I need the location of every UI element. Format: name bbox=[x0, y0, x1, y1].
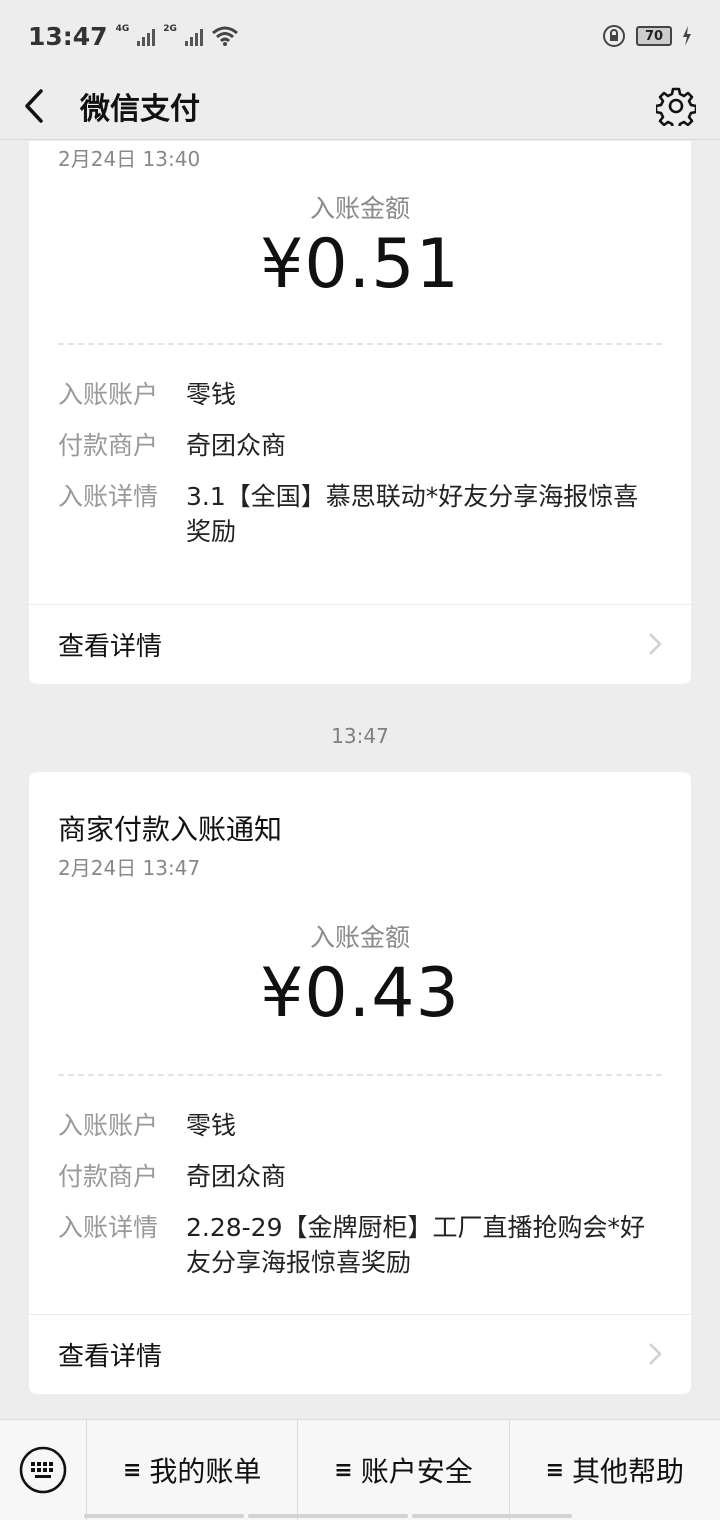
nav-bar: 微信支付 bbox=[0, 72, 720, 140]
keyboard-icon bbox=[19, 1446, 67, 1494]
status-bar: 13:47 4G 2G 70 bbox=[0, 0, 720, 72]
menu-label: 我的账单 bbox=[149, 1455, 262, 1488]
rotation-lock-icon bbox=[603, 25, 625, 47]
info-key: 入账详情 bbox=[58, 482, 159, 511]
message-timestamp: 13:47 bbox=[331, 724, 389, 748]
back-button[interactable] bbox=[24, 86, 54, 126]
settings-button[interactable] bbox=[654, 86, 698, 130]
payment-notice-card: 2月24日 13:40 入账金额 ¥0.51 入账账户 零钱 付款商户 奇团众商… bbox=[29, 141, 691, 684]
info-value: 3.1【全国】慕思联动*好友分享海报惊喜奖励 bbox=[186, 482, 639, 546]
info-key: 入账详情 bbox=[58, 1213, 159, 1242]
info-value: 2.28-29【金牌厨柜】工厂直播抢购会*好友分享海报惊喜奖励 bbox=[186, 1213, 645, 1277]
info-value: 零钱 bbox=[186, 380, 237, 409]
info-key: 入账账户 bbox=[58, 1111, 159, 1140]
info-key: 付款商户 bbox=[58, 1162, 159, 1191]
info-value: 奇团众商 bbox=[186, 1162, 287, 1191]
amount-value: ¥0.51 bbox=[260, 225, 460, 304]
message-list[interactable]: 2月24日 13:40 入账金额 ¥0.51 入账账户 零钱 付款商户 奇团众商… bbox=[0, 141, 720, 1418]
back-arrow-icon bbox=[25, 88, 43, 123]
gear-icon bbox=[654, 87, 698, 130]
view-details-label: 查看详情 bbox=[58, 1341, 163, 1372]
battery-icon: 70 bbox=[636, 26, 672, 46]
chevron-right-icon bbox=[649, 633, 662, 655]
menu-icon: ≡ bbox=[334, 1457, 353, 1483]
signal-icon-2 bbox=[184, 26, 203, 46]
menu-other-help[interactable]: ≡ 其他帮助 bbox=[508, 1420, 720, 1520]
gesture-bar bbox=[84, 1514, 572, 1518]
bottom-menu: ≡ 我的账单 ≡ 账户安全 ≡ 其他帮助 bbox=[0, 1419, 720, 1520]
menu-icon: ≡ bbox=[545, 1457, 565, 1483]
info-key: 入账账户 bbox=[58, 380, 159, 409]
amount-label: 入账金额 bbox=[309, 923, 410, 952]
amount-label: 入账金额 bbox=[309, 194, 410, 223]
menu-my-bills[interactable]: ≡ 我的账单 bbox=[86, 1420, 297, 1520]
chevron-right-icon bbox=[649, 1343, 662, 1365]
menu-label: 账户安全 bbox=[360, 1455, 473, 1488]
notice-date: 2月24日 13:47 bbox=[58, 856, 201, 880]
view-details-label: 查看详情 bbox=[58, 631, 163, 662]
page-title: 微信支付 bbox=[80, 91, 200, 127]
info-row: 付款商户 奇团众商 bbox=[58, 428, 651, 463]
wifi-icon bbox=[211, 26, 238, 46]
info-row: 入账详情 2.28-29【金牌厨柜】工厂直播抢购会*好友分享海报惊喜奖励 bbox=[58, 1210, 651, 1280]
keyboard-toggle-button[interactable] bbox=[0, 1420, 86, 1520]
network-type-2: 2G bbox=[163, 24, 177, 34]
dashed-divider bbox=[58, 1074, 662, 1076]
info-value: 奇团众商 bbox=[186, 431, 287, 460]
dashed-divider bbox=[58, 343, 662, 345]
info-row: 入账账户 零钱 bbox=[58, 377, 651, 412]
charging-icon bbox=[683, 26, 691, 46]
menu-account-security[interactable]: ≡ 账户安全 bbox=[297, 1420, 508, 1520]
info-key: 付款商户 bbox=[58, 431, 159, 460]
notice-date: 2月24日 13:40 bbox=[58, 147, 201, 171]
info-row: 入账账户 零钱 bbox=[58, 1108, 651, 1143]
menu-icon: ≡ bbox=[122, 1457, 142, 1483]
menu-label: 其他帮助 bbox=[572, 1455, 685, 1488]
info-row: 付款商户 奇团众商 bbox=[58, 1159, 651, 1194]
view-details-link[interactable]: 查看详情 bbox=[29, 1314, 691, 1394]
status-time: 13:47 bbox=[28, 21, 108, 51]
signal-icon bbox=[137, 26, 156, 46]
network-type-1: 4G bbox=[115, 24, 130, 34]
notice-title: 商家付款入账通知 bbox=[58, 813, 283, 846]
payment-notice-card: 商家付款入账通知 2月24日 13:47 入账金额 ¥0.43 入账账户 零钱 … bbox=[29, 772, 691, 1394]
amount-value: ¥0.43 bbox=[260, 954, 460, 1033]
view-details-link[interactable]: 查看详情 bbox=[29, 604, 691, 684]
info-value: 零钱 bbox=[186, 1111, 237, 1140]
info-row: 入账详情 3.1【全国】慕思联动*好友分享海报惊喜奖励 bbox=[58, 479, 651, 549]
